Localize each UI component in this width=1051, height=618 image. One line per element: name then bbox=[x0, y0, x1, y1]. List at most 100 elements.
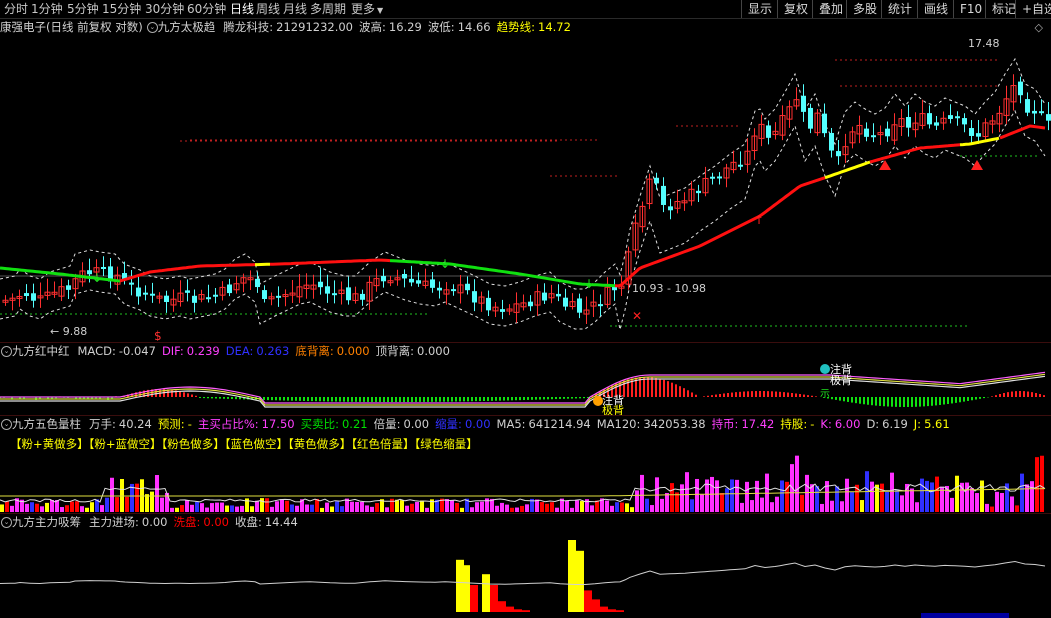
settings-circle-icon[interactable]: ⌄ bbox=[1, 516, 12, 528]
macd-indicator-name[interactable]: 九方红中红 bbox=[12, 344, 70, 358]
capital-chart[interactable] bbox=[0, 530, 1051, 618]
volume-bar bbox=[745, 481, 749, 512]
volume-bar bbox=[515, 507, 519, 512]
capital-bar bbox=[482, 574, 490, 612]
header-item: 缩量: 0.00 bbox=[435, 417, 490, 431]
capital-bar bbox=[584, 590, 592, 612]
item-value: 0.000 bbox=[336, 344, 370, 358]
tab-more[interactable]: 更多 ▼ bbox=[351, 0, 383, 18]
overlay-button[interactable]: 叠加 bbox=[812, 0, 843, 18]
f10-button[interactable]: F10 bbox=[953, 0, 982, 18]
candle-body bbox=[598, 304, 603, 307]
volume-bar bbox=[930, 482, 934, 512]
candle-body bbox=[192, 295, 197, 303]
volume-bar bbox=[735, 479, 739, 512]
candle-body bbox=[24, 293, 29, 297]
x-marker: ✕ bbox=[632, 309, 642, 323]
panel-expand-icon[interactable]: ◇ bbox=[1035, 21, 1043, 34]
adjust-button[interactable]: 复权 bbox=[777, 0, 808, 18]
item-value: 342053.38 bbox=[643, 417, 706, 431]
candle-body bbox=[318, 281, 323, 288]
volume-bar bbox=[820, 503, 824, 512]
volume-bar bbox=[325, 502, 329, 512]
volume-bar bbox=[840, 501, 844, 512]
tab-60min[interactable]: 60分钟 bbox=[187, 0, 226, 18]
show-button[interactable]: 显示 bbox=[741, 0, 772, 18]
volume-bar bbox=[120, 478, 124, 512]
candle-body bbox=[129, 282, 134, 285]
volume-bar bbox=[845, 478, 849, 512]
item-value: 0.263 bbox=[256, 344, 290, 358]
candle-body bbox=[542, 292, 547, 301]
down-arrow-marker: ↓ bbox=[92, 271, 102, 285]
volume-bar bbox=[625, 503, 629, 512]
candle-body bbox=[948, 115, 953, 119]
color-legend: 【粉+黄做多】【粉+蓝做空】【粉色做多】【蓝色做空】【黄色做多】【红色倍量】【绿… bbox=[10, 437, 478, 451]
volume-bar bbox=[90, 502, 94, 512]
volume-bar bbox=[260, 498, 264, 512]
volume-bar bbox=[5, 501, 9, 512]
volume-chart[interactable] bbox=[0, 452, 1051, 513]
trend-line-segment bbox=[959, 136, 1000, 147]
volume-bar bbox=[650, 505, 654, 512]
header-item: 底背离: 0.000 bbox=[295, 344, 369, 358]
volume-bar bbox=[595, 500, 599, 512]
settings-circle-icon[interactable]: ⌄ bbox=[146, 21, 158, 33]
item-label: MACD: bbox=[77, 344, 116, 358]
volume-bar bbox=[700, 494, 704, 512]
volume-bar bbox=[450, 500, 454, 512]
volume-bar bbox=[125, 496, 129, 512]
capital-indicator-name[interactable]: 九方主力吸筹 bbox=[12, 515, 81, 529]
volume-bar bbox=[675, 492, 679, 512]
volume-bar bbox=[1010, 496, 1014, 512]
indicator-name[interactable]: 九方太极趋 bbox=[158, 20, 216, 34]
candle-body bbox=[563, 297, 568, 307]
candle-body bbox=[1025, 99, 1030, 113]
add-watchlist-button[interactable]: +自选 bbox=[1015, 0, 1051, 18]
candle-body bbox=[332, 293, 337, 296]
capital-bar bbox=[592, 599, 600, 612]
item-label: 预测: bbox=[157, 417, 185, 431]
volume-bar bbox=[225, 505, 229, 512]
item-value: 6.19 bbox=[882, 417, 908, 431]
mark-button[interactable]: 标记 bbox=[985, 0, 1016, 18]
tab-multi-period[interactable]: 多周期 bbox=[310, 0, 346, 18]
volume-bar bbox=[545, 503, 549, 512]
volume-bar bbox=[670, 483, 674, 512]
volume-bar bbox=[645, 498, 649, 512]
volume-bar bbox=[250, 506, 254, 512]
volume-bar bbox=[110, 477, 114, 512]
candle-body bbox=[206, 297, 211, 300]
settings-circle-icon[interactable]: ⌄ bbox=[1, 418, 12, 430]
candle-body bbox=[717, 176, 722, 179]
volume-bar bbox=[925, 480, 929, 512]
volume-bar bbox=[460, 507, 464, 512]
capital-bar bbox=[616, 610, 624, 612]
volume-indicator-name[interactable]: 九方五色量柱 bbox=[12, 417, 81, 431]
multi-stock-button[interactable]: 多股 bbox=[846, 0, 877, 18]
tab-fenshi[interactable]: 分时 bbox=[4, 0, 28, 18]
stock-title: 康强电子(日线 前复权 对数) bbox=[0, 20, 143, 34]
candle-body bbox=[325, 286, 330, 294]
item-value: 21291232.00 bbox=[276, 20, 353, 34]
settings-circle-icon[interactable]: ⌄ bbox=[1, 345, 12, 357]
volume-bar bbox=[725, 488, 729, 512]
tab-5min[interactable]: 5分钟 bbox=[67, 0, 99, 18]
item-value: 0.00 bbox=[141, 515, 168, 529]
item-label: 顶背离: bbox=[375, 344, 415, 358]
tab-1min[interactable]: 1分钟 bbox=[31, 0, 63, 18]
header-item: 主买占比%: 17.50 bbox=[198, 417, 295, 431]
statistics-button[interactable]: 统计 bbox=[881, 0, 912, 18]
tab-30min[interactable]: 30分钟 bbox=[145, 0, 184, 18]
tab-15min[interactable]: 15分钟 bbox=[102, 0, 141, 18]
volume-bar bbox=[620, 502, 624, 512]
item-label: MA120: bbox=[596, 417, 641, 431]
candlestick-chart[interactable]: ↓ ↓ ↓ ✕ ↑ 17.48 ← 9.88 10.93 - 10.98 $ bbox=[0, 36, 1051, 341]
volume-bar bbox=[75, 501, 79, 512]
tab-weekly[interactable]: 周线 bbox=[256, 0, 280, 18]
volume-bar bbox=[180, 505, 184, 512]
tab-monthly[interactable]: 月线 bbox=[283, 0, 307, 18]
macd-chart[interactable]: 注背极背注背极背示 bbox=[0, 359, 1051, 415]
draw-line-button[interactable]: 画线 bbox=[917, 0, 948, 18]
tab-daily[interactable]: 日线 bbox=[230, 0, 254, 18]
